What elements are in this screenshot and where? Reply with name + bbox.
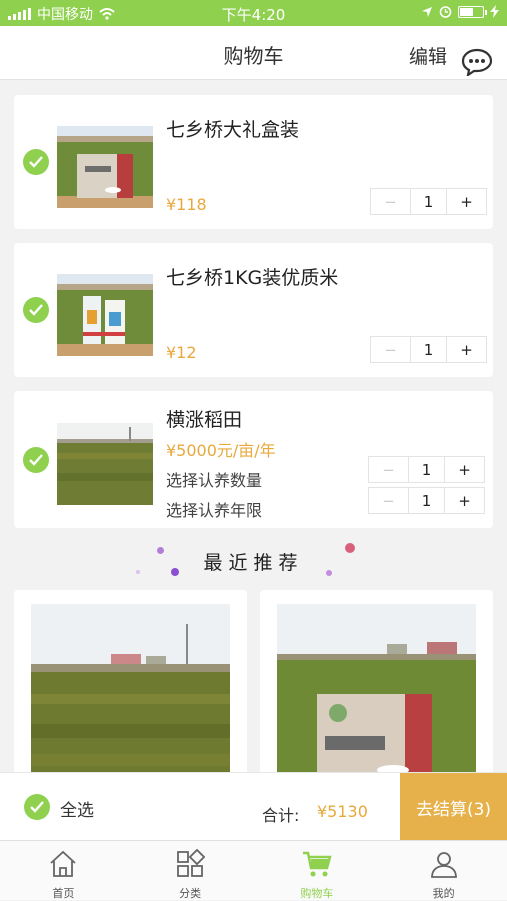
status-bar: 中国移动 下午4:20 bbox=[0, 0, 507, 26]
recommend-image[interactable] bbox=[31, 604, 230, 780]
increase-button[interactable]: + bbox=[445, 488, 484, 513]
tab-cart[interactable]: 购物车 bbox=[254, 841, 381, 900]
tab-label: 我的 bbox=[432, 887, 455, 900]
product-price: ¥118 bbox=[166, 195, 207, 214]
product-image[interactable] bbox=[57, 423, 153, 505]
nav-bar: 购物车 编辑 bbox=[0, 26, 507, 80]
item-checkbox[interactable] bbox=[23, 149, 49, 175]
product-price: ¥12 bbox=[166, 343, 197, 362]
quantity-stepper: − 1 + bbox=[370, 336, 487, 363]
cart-item: 七乡桥1KG装优质米 ¥12 − 1 + bbox=[14, 243, 493, 377]
product-image[interactable] bbox=[57, 274, 153, 356]
cart-icon bbox=[302, 851, 332, 877]
tab-category[interactable]: 分类 bbox=[127, 841, 254, 900]
tab-label: 购物车 bbox=[300, 887, 334, 900]
cart-item: 七乡桥大礼盒装 ¥118 − 1 + bbox=[14, 95, 493, 229]
increase-button[interactable]: + bbox=[447, 189, 486, 214]
quantity-stepper: − 1 + bbox=[370, 188, 487, 215]
tab-bar: 首页 分类 购物车 我的 bbox=[0, 840, 507, 900]
decrease-button[interactable]: − bbox=[369, 488, 409, 513]
product-price: ¥5000元/亩/年 bbox=[166, 441, 276, 460]
decrease-button[interactable]: − bbox=[371, 189, 411, 214]
select-all-label[interactable]: 全选 bbox=[60, 796, 94, 821]
recommend-card[interactable] bbox=[260, 590, 493, 780]
decrease-button[interactable]: − bbox=[369, 457, 409, 482]
chat-icon[interactable] bbox=[461, 48, 493, 76]
quantity-stepper: − 1 + bbox=[368, 456, 485, 483]
quantity-value[interactable]: 1 bbox=[411, 337, 447, 362]
select-all-checkbox[interactable] bbox=[24, 794, 50, 820]
item-checkbox[interactable] bbox=[23, 447, 49, 473]
alarm-icon bbox=[439, 6, 452, 18]
recommend-image[interactable] bbox=[277, 604, 476, 780]
increase-button[interactable]: + bbox=[445, 457, 484, 482]
tab-label: 分类 bbox=[179, 887, 202, 900]
tab-profile[interactable]: 我的 bbox=[380, 841, 507, 900]
cart-item: 横涨稻田 ¥5000元/亩/年 选择认养数量 选择认养年限 − 1 + − 1 … bbox=[14, 391, 493, 528]
location-icon bbox=[422, 6, 432, 17]
years-value[interactable]: 1 bbox=[409, 488, 445, 513]
category-icon bbox=[177, 849, 206, 877]
home-icon bbox=[50, 850, 76, 877]
recommend-title: 最近推荐 bbox=[203, 552, 304, 574]
total-value: ¥5130 bbox=[317, 802, 368, 821]
edit-button[interactable]: 编辑 bbox=[409, 42, 447, 69]
product-image[interactable] bbox=[57, 126, 153, 208]
quantity-value[interactable]: 1 bbox=[409, 457, 445, 482]
tab-label: 首页 bbox=[52, 887, 75, 900]
option-label-years: 选择认养年限 bbox=[166, 501, 263, 520]
battery-icon bbox=[458, 5, 487, 18]
status-right bbox=[421, 5, 499, 18]
total-label: 合计: bbox=[262, 806, 300, 825]
recommend-card[interactable] bbox=[14, 590, 247, 780]
charging-icon bbox=[490, 5, 499, 18]
checkout-button[interactable]: 去结算(3) bbox=[400, 773, 507, 841]
battery-fill bbox=[460, 7, 474, 16]
checkout-bar: 全选 合计: ¥5130 去结算(3) bbox=[0, 772, 507, 841]
profile-icon bbox=[430, 852, 457, 878]
product-name[interactable]: 横涨稻田 bbox=[166, 405, 242, 432]
option-label-quantity: 选择认养数量 bbox=[166, 471, 263, 490]
decrease-button[interactable]: − bbox=[371, 337, 411, 362]
increase-button[interactable]: + bbox=[447, 337, 486, 362]
product-name[interactable]: 七乡桥大礼盒装 bbox=[166, 115, 299, 142]
tab-home[interactable]: 首页 bbox=[0, 841, 127, 900]
quantity-value[interactable]: 1 bbox=[411, 189, 447, 214]
item-checkbox[interactable] bbox=[23, 297, 49, 323]
product-name[interactable]: 七乡桥1KG装优质米 bbox=[166, 263, 338, 290]
years-stepper: − 1 + bbox=[368, 487, 485, 514]
